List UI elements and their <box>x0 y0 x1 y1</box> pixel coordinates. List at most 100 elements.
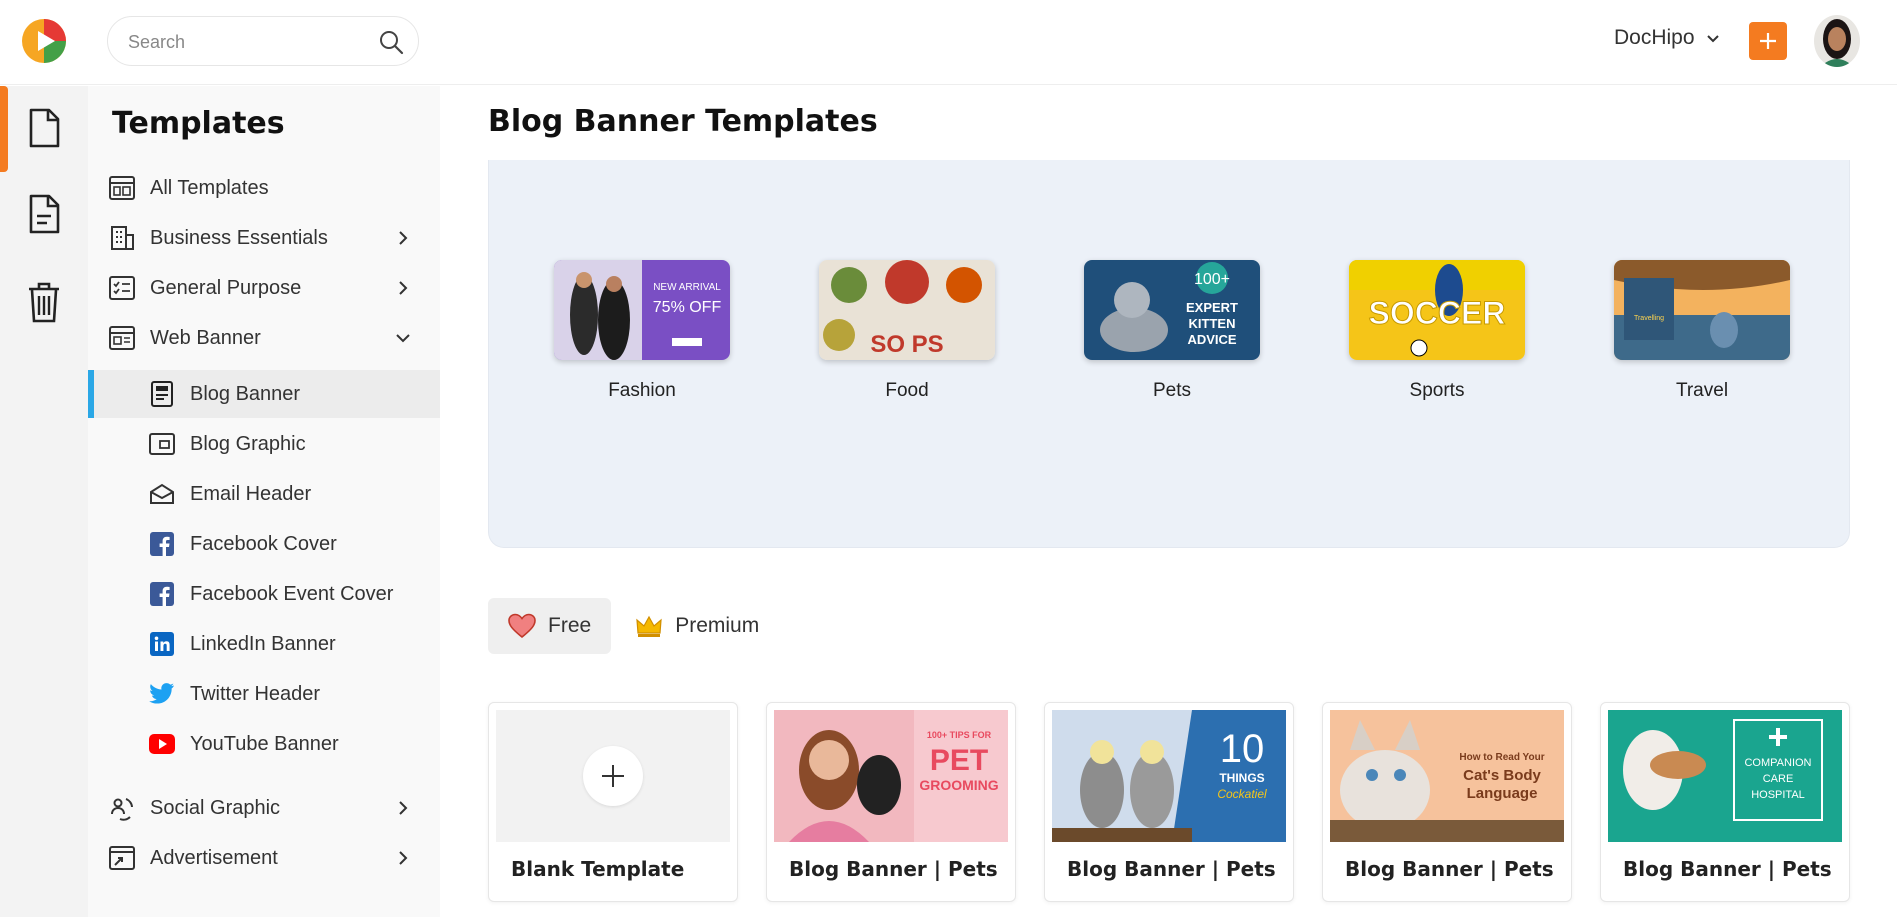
svg-text:100+: 100+ <box>1194 271 1230 288</box>
sidebar-item-blog-banner[interactable]: Blog Banner <box>88 370 440 418</box>
avatar[interactable] <box>1814 15 1860 67</box>
workspace-dropdown[interactable]: DocHipo <box>1614 26 1721 50</box>
svg-text:THINGS: THINGS <box>1219 771 1264 785</box>
svg-text:PET: PET <box>930 744 988 777</box>
page-title: Blog Banner Templates <box>488 104 878 139</box>
template-thumbnail: 100+ TIPS FOR PET GROOMING <box>774 710 1008 842</box>
template-card-blank[interactable]: Blank Template <box>488 702 738 902</box>
sidebar-item-business-essentials[interactable]: Business Essentials <box>88 214 440 262</box>
category-thumbnail: 100+ EXPERT KITTEN ADVICE <box>1084 260 1260 360</box>
svg-text:Cockatiel: Cockatiel <box>1217 787 1267 801</box>
sidebar-item-all-templates[interactable]: All Templates <box>88 164 440 212</box>
facebook-icon <box>148 580 176 608</box>
category-label: Travel <box>1675 380 1729 401</box>
category-food[interactable]: SO PS Food <box>818 260 996 402</box>
building-icon <box>108 224 136 252</box>
sidebar-item-email-header[interactable]: Email Header <box>88 470 440 518</box>
dochipo-logo-icon[interactable] <box>21 18 67 64</box>
svg-text:10: 10 <box>1220 727 1265 771</box>
rail-templates-button[interactable] <box>24 106 64 150</box>
filter-premium[interactable]: Premium <box>615 598 779 654</box>
category-pets[interactable]: 100+ EXPERT KITTEN ADVICE Pets <box>1083 260 1261 402</box>
crown-icon <box>636 615 662 637</box>
sidebar-item-label: Advertisement <box>150 846 278 869</box>
category-travel[interactable]: Travelling Travel <box>1613 260 1791 402</box>
category-label: Pets <box>1152 380 1192 401</box>
advertisement-icon <box>108 844 136 872</box>
svg-text:Language: Language <box>1467 785 1538 802</box>
grid-layout-icon <box>108 174 136 202</box>
filter-label: Premium <box>675 614 760 637</box>
template-card[interactable]: COMPANION CARE HOSPITAL Blog Banner | Pe… <box>1600 702 1850 902</box>
price-filter-tabs: Free Premium <box>488 598 779 654</box>
template-card[interactable]: How to Read Your Cat's Body Language Blo… <box>1322 702 1572 902</box>
svg-text:75% OFF: 75% OFF <box>653 299 722 316</box>
sidebar-item-label: Twitter Header <box>190 682 321 705</box>
template-title: Blog Banner | Pets <box>1623 857 1832 881</box>
svg-text:SOCCER: SOCCER <box>1369 295 1506 331</box>
filter-free[interactable]: Free <box>488 598 612 654</box>
plus-icon <box>1760 33 1776 49</box>
sidebar-item-label: LinkedIn Banner <box>190 632 336 655</box>
sidebar-item-linkedin-banner[interactable]: LinkedIn Banner <box>88 620 440 668</box>
create-button[interactable] <box>1749 22 1787 60</box>
trash-icon <box>29 282 59 323</box>
template-thumbnail <box>496 710 730 842</box>
sidebar-item-advertisement[interactable]: Advertisement <box>88 834 440 882</box>
svg-text:ADVICE: ADVICE <box>1187 332 1236 347</box>
svg-text:How to Read Your: How to Read Your <box>1459 752 1544 763</box>
search-input[interactable] <box>128 29 368 55</box>
sidebar-item-twitter-header[interactable]: Twitter Header <box>88 670 440 718</box>
category-fashion[interactable]: NEW ARRIVAL 75% OFF Fashion <box>553 260 731 402</box>
search-box[interactable] <box>107 16 419 66</box>
sidebar-item-general-purpose[interactable]: General Purpose <box>88 264 440 312</box>
category-sports[interactable]: SOCCER Sports <box>1348 260 1526 402</box>
chevron-right-icon <box>399 281 408 295</box>
youtube-icon <box>148 730 176 758</box>
rail-active-indicator <box>0 86 8 172</box>
blog-graphic-icon <box>148 430 176 458</box>
svg-text:HOSPITAL: HOSPITAL <box>1751 789 1805 801</box>
rail-documents-button[interactable] <box>24 192 64 236</box>
left-rail <box>0 86 88 917</box>
sidebar-item-label: Blog Banner <box>190 382 301 405</box>
svg-text:COMPANION: COMPANION <box>1744 757 1811 769</box>
chevron-right-icon <box>399 851 408 865</box>
category-label: Fashion <box>608 380 676 401</box>
category-thumbnail: SO PS <box>819 260 995 360</box>
sidebar-item-label: General Purpose <box>150 276 302 299</box>
search-icon[interactable] <box>378 29 404 55</box>
sidebar-item-label: Email Header <box>190 482 312 505</box>
sidebar-item-label: All Templates <box>150 176 269 199</box>
sidebar-item-label: Social Graphic <box>150 796 281 819</box>
facebook-icon <box>148 530 176 558</box>
chevron-down-icon <box>1706 35 1719 43</box>
sidebar-item-blog-graphic[interactable]: Blog Graphic <box>88 420 440 468</box>
sidebar-item-label: Business Essentials <box>150 226 328 249</box>
sidebar-item-label: Web Banner <box>150 326 261 349</box>
file-text-icon <box>29 194 60 234</box>
sidebar-item-label: Blog Graphic <box>190 432 306 455</box>
sidebar-item-facebook-event-cover[interactable]: Facebook Event Cover <box>88 570 440 618</box>
chevron-right-icon <box>399 801 408 815</box>
template-thumbnail: COMPANION CARE HOSPITAL <box>1608 710 1842 842</box>
template-title: Blog Banner | Pets <box>789 857 998 881</box>
sidebar-item-web-banner[interactable]: Web Banner <box>88 314 440 362</box>
filter-label: Free <box>548 614 592 637</box>
category-label: Sports <box>1409 380 1465 401</box>
template-card[interactable]: 100+ TIPS FOR PET GROOMING Blog Banner |… <box>766 702 1016 902</box>
template-card[interactable]: 10 THINGS Cockatiel Blog Banner | Pets <box>1044 702 1294 902</box>
svg-text:CARE: CARE <box>1763 773 1794 785</box>
rail-trash-button[interactable] <box>24 280 64 324</box>
sidebar-item-social-graphic[interactable]: Social Graphic <box>88 784 440 832</box>
template-thumbnail: 10 THINGS Cockatiel <box>1052 710 1286 842</box>
category-thumbnail: SOCCER <box>1349 260 1525 360</box>
svg-text:NEW ARRIVAL: NEW ARRIVAL <box>653 282 721 293</box>
chevron-down-icon <box>396 334 410 343</box>
sidebar-item-label: YouTube Banner <box>190 732 339 755</box>
svg-text:GROOMING: GROOMING <box>919 777 998 793</box>
sidebar-item-youtube-banner[interactable]: YouTube Banner <box>88 720 440 768</box>
sidebar-item-facebook-cover[interactable]: Facebook Cover <box>88 520 440 568</box>
document-icon <box>29 108 60 148</box>
top-bar: DocHipo <box>0 0 1897 85</box>
